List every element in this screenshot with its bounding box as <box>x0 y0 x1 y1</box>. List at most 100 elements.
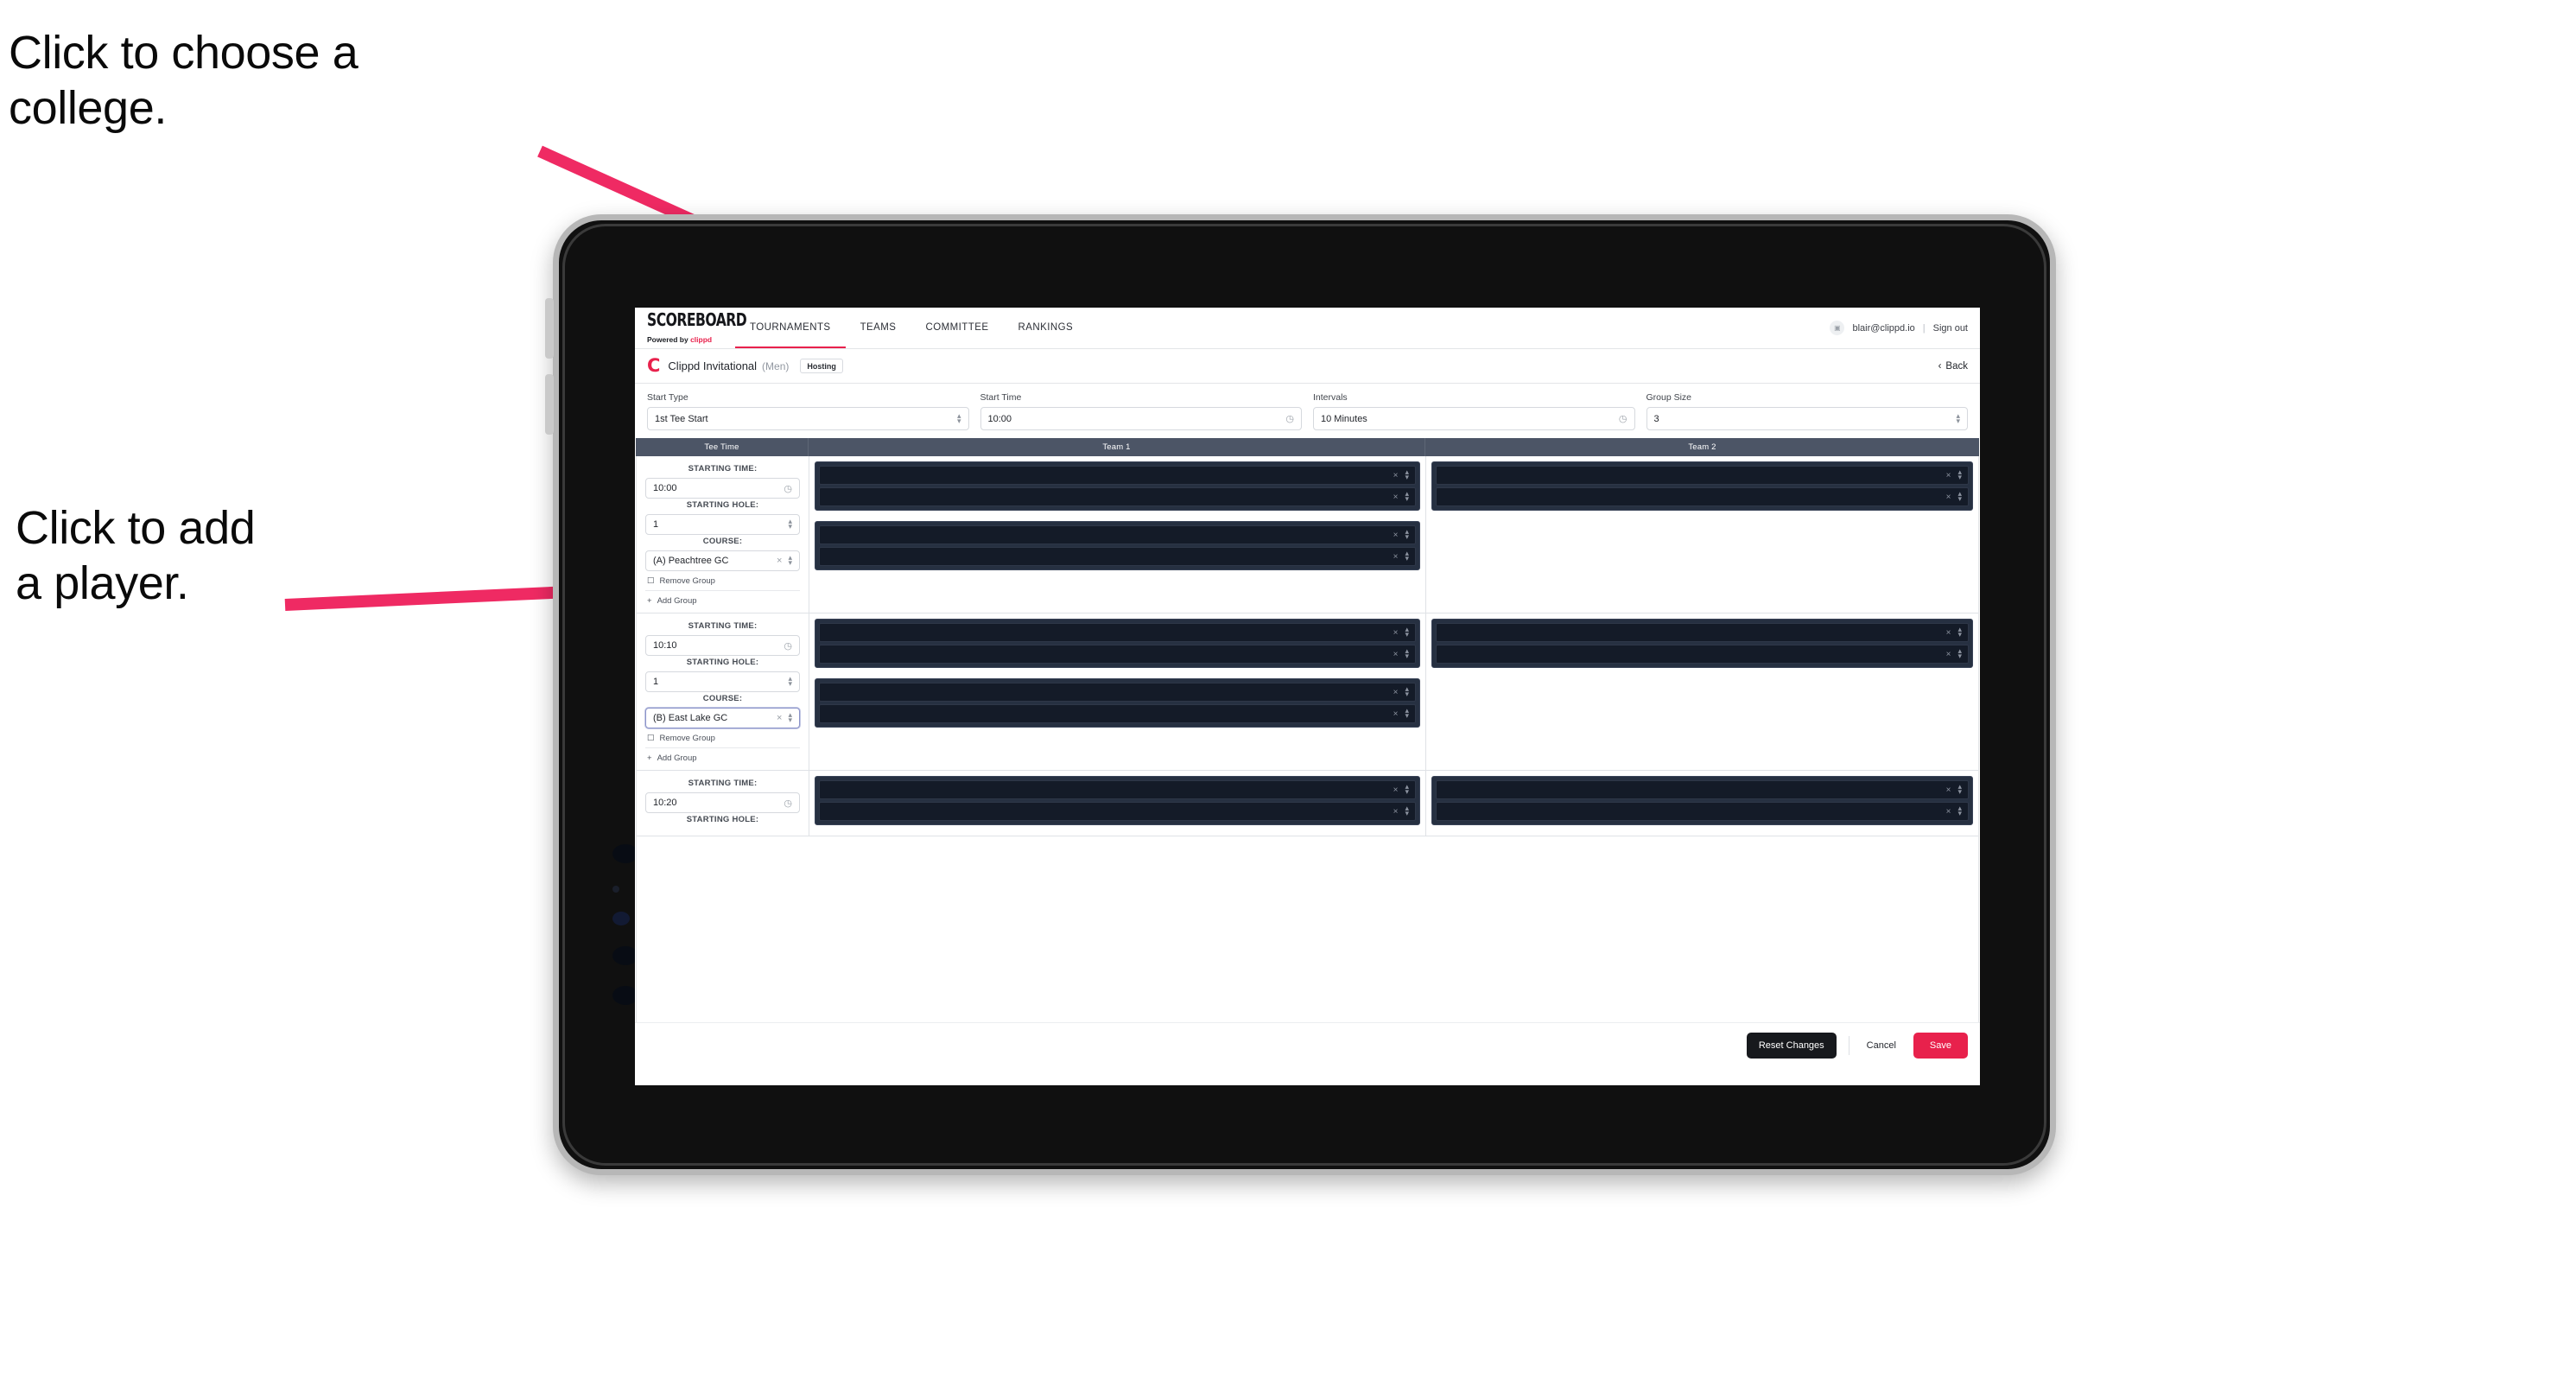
column-header-tee-time: Tee Time <box>636 438 809 456</box>
screenshot-root: Click to choose a college. Click to add … <box>0 0 2576 1386</box>
volume-down-button[interactable] <box>545 374 554 435</box>
player-slot[interactable]: × ▴ ▾ <box>1436 623 1969 642</box>
course-select[interactable]: (B) East Lake GC × ▴ ▾ <box>645 708 800 728</box>
back-link[interactable]: ‹ Back <box>1938 361 1968 372</box>
player-slot[interactable]: × ▴ ▾ <box>819 547 1416 566</box>
volume-up-button[interactable] <box>545 298 554 359</box>
starting-hole-value: 1 <box>653 677 659 687</box>
chevron-updown-icon: ▴ ▾ <box>788 674 792 688</box>
team2-cell: × ▴ ▾ × ▴ ▾ <box>1426 614 1978 770</box>
group-card[interactable]: × ▴ ▾ × ▴ ▾ <box>815 461 1420 511</box>
chevron-updown-icon: ▴ ▾ <box>1957 489 1962 503</box>
start-time-input[interactable]: 10:00 ◷ <box>980 407 1302 430</box>
top-navigation-bar: SCOREBOARD Powered by clippd TOURNAMENTS… <box>635 308 1980 349</box>
chevron-updown-icon: ▴ ▾ <box>1405 467 1409 481</box>
clear-icon: × <box>1393 806 1399 817</box>
tournament-header-bar: C Clippd Invitational (Men) Hosting ‹ Ba… <box>635 349 1980 384</box>
starting-hole-input[interactable]: 1 ▴ ▾ <box>645 514 800 535</box>
tab-teams[interactable]: TEAMS <box>846 308 911 348</box>
back-label: Back <box>1945 360 1968 372</box>
starting-hole-input[interactable]: 1 ▴ ▾ <box>645 671 800 692</box>
player-slot[interactable]: × ▴ ▾ <box>1436 802 1969 821</box>
clear-icon[interactable]: × <box>777 556 782 566</box>
group-size-select[interactable]: 3 ▴ ▾ <box>1646 407 1968 430</box>
player-slot[interactable]: × ▴ ▾ <box>819 525 1416 544</box>
annotation-add-player: Click to add a player. <box>16 502 256 609</box>
clear-icon: × <box>1393 785 1399 795</box>
clock-icon[interactable]: ◷ <box>784 483 792 494</box>
clock-icon[interactable]: ◷ <box>784 640 792 652</box>
clear-icon: × <box>1393 649 1399 659</box>
starting-hole-label: STARTING HOLE: <box>686 658 759 667</box>
player-slot[interactable]: × ▴ ▾ <box>819 487 1416 506</box>
clear-icon: × <box>1393 492 1399 502</box>
clock-icon[interactable]: ◷ <box>784 798 792 809</box>
starting-time-value: 10:00 <box>653 483 677 493</box>
group-card[interactable]: × ▴ ▾ × ▴ ▾ <box>815 521 1420 570</box>
group-card[interactable]: × ▴ ▾ × ▴ ▾ <box>815 619 1420 668</box>
save-button[interactable]: Save <box>1913 1032 1968 1059</box>
remove-group-link[interactable]: ☐ Remove Group <box>645 728 800 743</box>
player-slot[interactable]: × ▴ ▾ <box>819 683 1416 702</box>
tab-committee[interactable]: COMMITTEE <box>910 308 1003 348</box>
brand-wordmark: SCOREBOARD <box>647 309 747 332</box>
team2-cell: × ▴ ▾ × ▴ ▾ <box>1426 456 1978 613</box>
clear-icon: × <box>1393 627 1399 638</box>
player-slot[interactable]: × ▴ ▾ <box>1436 780 1969 799</box>
clock-icon[interactable]: ◷ <box>1619 413 1627 424</box>
camera-dot-icon <box>612 886 619 893</box>
starting-time-input[interactable]: 10:00 ◷ <box>645 478 800 499</box>
player-slot[interactable]: × ▴ ▾ <box>1436 645 1969 664</box>
plus-icon: + <box>647 596 652 606</box>
group-card[interactable]: × ▴ ▾ × ▴ ▾ <box>1431 776 1973 825</box>
player-slot[interactable]: × ▴ ▾ <box>819 645 1416 664</box>
tab-tournaments[interactable]: TOURNAMENTS <box>735 308 846 348</box>
tab-rankings[interactable]: RANKINGS <box>1003 308 1088 348</box>
add-group-link[interactable]: + Add Group <box>645 747 800 763</box>
chevron-updown-icon: ▴ ▾ <box>1957 782 1962 796</box>
app-viewport: SCOREBOARD Powered by clippd TOURNAMENTS… <box>635 308 1980 1085</box>
team2-cell: × ▴ ▾ × ▴ ▾ <box>1426 771 1978 836</box>
starting-time-input[interactable]: 10:20 ◷ <box>645 792 800 813</box>
group-card[interactable]: × ▴ ▾ × ▴ ▾ <box>815 776 1420 825</box>
starting-time-label: STARTING TIME: <box>688 621 758 631</box>
starting-time-input[interactable]: 10:10 ◷ <box>645 635 800 656</box>
scoreboard-logo[interactable]: SCOREBOARD Powered by clippd <box>635 308 747 348</box>
nav-tabs: TOURNAMENTS TEAMS COMMITTEE RANKINGS <box>735 308 1088 348</box>
table-row: STARTING TIME: 10:00 ◷ STARTING HOLE: 1 ▴ ▾ COU… <box>637 456 1978 614</box>
intervals-label: Intervals <box>1313 392 1348 403</box>
tee-time-cell: STARTING TIME: 10:00 ◷ STARTING HOLE: 1 ▴ ▾ COU… <box>637 456 809 613</box>
course-select[interactable]: (A) Peachtree GC × ▴ ▾ <box>645 550 800 571</box>
player-slot[interactable]: × ▴ ▾ <box>819 802 1416 821</box>
clear-icon: × <box>1945 649 1951 659</box>
table-row: STARTING TIME: 10:20 ◷ STARTING HOLE: × ▴ ▾ × ▴ ▾… <box>637 771 1978 836</box>
reset-changes-button[interactable]: Reset Changes <box>1746 1032 1837 1059</box>
clock-icon[interactable]: ◷ <box>1285 413 1294 424</box>
player-slot[interactable]: × ▴ ▾ <box>1436 487 1969 506</box>
player-slot[interactable]: × ▴ ▾ <box>819 623 1416 642</box>
sign-out-link[interactable]: Sign out <box>1933 323 1968 334</box>
start-type-value: 1st Tee Start <box>655 413 708 424</box>
clear-icon: × <box>1393 470 1399 480</box>
player-slot[interactable]: × ▴ ▾ <box>819 466 1416 485</box>
remove-group-link[interactable]: ☐ Remove Group <box>645 571 800 586</box>
player-slot[interactable]: × ▴ ▾ <box>1436 466 1969 485</box>
chevron-updown-icon: ▴ ▾ <box>1957 804 1962 817</box>
add-group-link[interactable]: + Add Group <box>645 590 800 606</box>
cancel-button[interactable]: Cancel <box>1862 1033 1901 1059</box>
tee-sheet-table-body[interactable]: STARTING TIME: 10:00 ◷ STARTING HOLE: 1 ▴ ▾ COU… <box>636 456 1979 1022</box>
hosting-badge: Hosting <box>800 359 843 373</box>
group-card[interactable]: × ▴ ▾ × ▴ ▾ <box>1431 619 1973 668</box>
group-card[interactable]: × ▴ ▾ × ▴ ▾ <box>1431 461 1973 511</box>
course-label: COURSE: <box>702 537 743 546</box>
chevron-left-icon: ‹ <box>1938 360 1942 372</box>
group-card[interactable]: × ▴ ▾ × ▴ ▾ <box>815 678 1420 728</box>
intervals-input[interactable]: 10 Minutes ◷ <box>1313 407 1635 430</box>
clear-icon[interactable]: × <box>777 713 782 723</box>
player-slot[interactable]: × ▴ ▾ <box>819 704 1416 723</box>
avatar[interactable]: ▣ <box>1830 321 1845 335</box>
chevron-updown-icon: ▴ ▾ <box>1405 646 1409 660</box>
start-type-select[interactable]: 1st Tee Start ▴ ▾ <box>647 407 969 430</box>
group-size-value: 3 <box>1653 413 1659 424</box>
player-slot[interactable]: × ▴ ▾ <box>819 780 1416 799</box>
